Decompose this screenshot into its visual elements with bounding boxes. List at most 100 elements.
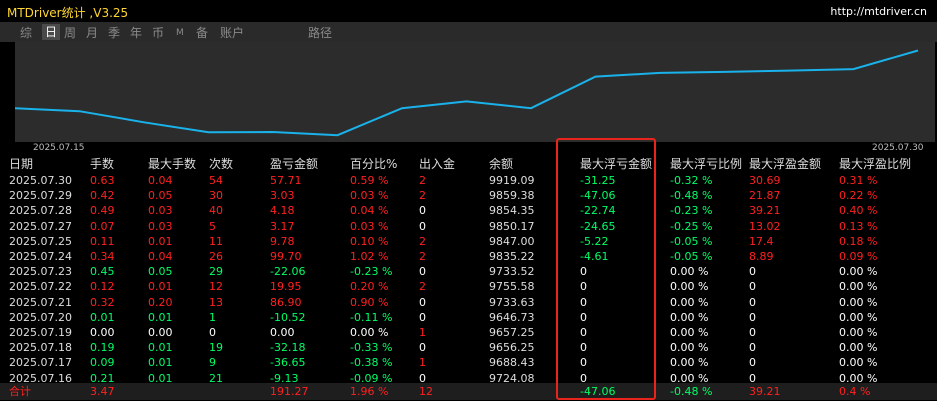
header-max_loss_pct[interactable]: 最大浮亏比例 <box>670 157 742 172</box>
cell-max_profit: 21.87 <box>749 189 781 203</box>
cell-lots: 0.01 <box>90 310 115 324</box>
cell-lots: 0.34 <box>90 250 115 263</box>
cell-max_profit: 30.69 <box>749 174 781 187</box>
cell-lots: 0.12 <box>90 280 115 294</box>
cell-pnl: -22.06 <box>270 265 306 279</box>
title-bar: MTDriver统计 ,V3.25 http://mtdriver.cn <box>0 0 937 22</box>
cell-max_loss: -47.06 <box>580 189 616 203</box>
total-max_profit: 39.21 <box>749 385 781 398</box>
cell-lots: 0.32 <box>90 295 115 309</box>
tab-5[interactable]: 年 <box>130 25 142 41</box>
cell-max_lots: 0.03 <box>148 219 173 233</box>
header-max_profit[interactable]: 最大浮盈金额 <box>749 157 821 172</box>
header-max_profit_pct[interactable]: 最大浮盈比例 <box>839 157 911 172</box>
cell-count: 0 <box>209 326 216 339</box>
tab-7[interactable]: M <box>176 25 184 41</box>
cell-max_profit: 39.21 <box>749 204 781 218</box>
tab-8[interactable]: 备 <box>196 25 208 41</box>
cell-pct: 0.03 % <box>350 189 389 203</box>
cell-max_profit: 8.89 <box>749 250 774 263</box>
cell-pnl: 19.95 <box>270 280 302 294</box>
cell-lots: 0.11 <box>90 234 115 248</box>
header-max_loss[interactable]: 最大浮亏金额 <box>580 157 652 172</box>
cell-date: 2025.07.18 <box>9 341 72 355</box>
table-row[interactable]: 2025.07.25 0.11 0.01 11 9.78 0.10 % 2 9847.00 -5… <box>0 234 937 249</box>
cell-count: 5 <box>209 219 216 233</box>
cell-balance: 9657.25 <box>489 326 535 339</box>
cell-lots: 0.09 <box>90 356 115 370</box>
cell-max_profit: 0 <box>749 295 756 309</box>
tab-2[interactable]: 周 <box>64 25 76 41</box>
cell-date: 2025.07.28 <box>9 204 72 218</box>
header-balance[interactable]: 余额 <box>489 157 513 172</box>
tab-1[interactable]: 日 <box>42 24 61 40</box>
total-lots: 3.47 <box>90 385 115 398</box>
balance-chart <box>15 42 935 142</box>
cell-max_profit_pct: 0.00 % <box>839 326 878 339</box>
tab-0[interactable]: 综 <box>20 25 32 41</box>
header-pct[interactable]: 百分比% <box>350 157 397 172</box>
cell-lots: 0.49 <box>90 204 115 218</box>
website-link[interactable]: http://mtdriver.cn <box>830 5 927 18</box>
table-row[interactable]: 2025.07.17 0.09 0.01 9 -36.65 -0.38 % 1 9688.43… <box>0 355 937 370</box>
cell-io: 0 <box>419 341 426 355</box>
cell-count: 11 <box>209 234 223 248</box>
cell-max_lots: 0.05 <box>148 189 173 203</box>
cell-lots: 0.19 <box>90 341 115 355</box>
cell-io: 0 <box>419 310 426 324</box>
cell-pnl: 57.71 <box>270 174 302 187</box>
cell-io: 2 <box>419 250 426 263</box>
table-row[interactable]: 2025.07.24 0.34 0.04 26 99.70 1.02 % 2 9835.22 -… <box>0 249 937 264</box>
cell-lots: 0.42 <box>90 189 115 203</box>
cell-count: 30 <box>209 189 223 203</box>
table-row[interactable]: 2025.07.18 0.19 0.01 19 -32.18 -0.33 % 0 9656.2… <box>0 340 937 355</box>
cell-balance: 9646.73 <box>489 310 535 324</box>
table-row[interactable]: 2025.07.30 0.63 0.04 54 57.71 0.59 % 2 9919.09 -… <box>0 173 937 188</box>
tab-6[interactable]: 币 <box>152 25 164 41</box>
cell-count: 13 <box>209 295 223 309</box>
cell-balance: 9755.58 <box>489 280 535 294</box>
header-count[interactable]: 次数 <box>209 157 233 172</box>
total-max_profit_pct: 0.4 % <box>839 385 871 398</box>
cell-io: 0 <box>419 219 426 233</box>
chart-end-date: 2025.07.30 <box>872 143 924 153</box>
period-tab-bar: 综日周月季年币 M 备账户 路径 <box>0 22 937 42</box>
cell-max_loss: 0 <box>580 341 587 355</box>
cell-io: 0 <box>419 204 426 218</box>
table-row[interactable]: 2025.07.22 0.12 0.01 12 19.95 0.20 % 2 9755.58 0… <box>0 279 937 294</box>
cell-max_profit_pct: 0.00 % <box>839 295 878 309</box>
header-io[interactable]: 出入金 <box>419 157 455 172</box>
cell-max_profit_pct: 0.00 % <box>839 265 878 279</box>
cell-io: 2 <box>419 280 426 294</box>
header-date[interactable]: 日期 <box>9 157 33 172</box>
tab-3[interactable]: 月 <box>86 25 98 41</box>
cell-date: 2025.07.17 <box>9 356 72 370</box>
table-row[interactable]: 2025.07.23 0.45 0.05 29 -22.06 -0.23 % 0 9733.5… <box>0 264 937 279</box>
cell-pct: -0.11 % <box>350 310 393 324</box>
table-row[interactable]: 2025.07.19 0.00 0.00 0 0.00 0.00 % 1 9657.25 0 0.… <box>0 325 937 340</box>
total-max_loss: -47.06 <box>580 385 616 398</box>
cell-io: 0 <box>419 295 426 309</box>
balance-line <box>15 49 919 137</box>
cell-count: 19 <box>209 341 223 355</box>
cell-max_loss: 0 <box>580 265 587 279</box>
header-pnl[interactable]: 盈亏金额 <box>270 157 318 172</box>
cell-lots: 0.63 <box>90 174 115 187</box>
cell-date: 2025.07.30 <box>9 174 72 187</box>
cell-max_lots: 0.01 <box>148 341 173 355</box>
table-row[interactable]: 2025.07.29 0.42 0.05 30 3.03 0.03 % 2 9859.38 -4… <box>0 188 937 203</box>
cell-max_profit: 0 <box>749 326 756 339</box>
tab-10[interactable]: 路径 <box>308 25 332 41</box>
header-lots[interactable]: 手数 <box>90 157 114 172</box>
cell-count: 40 <box>209 204 223 218</box>
table-row[interactable]: 2025.07.27 0.07 0.03 5 3.17 0.03 % 0 9850.17 -24… <box>0 219 937 234</box>
table-row[interactable]: 2025.07.28 0.49 0.03 40 4.18 0.04 % 0 9854.35 -2… <box>0 203 937 218</box>
cell-max_lots: 0.01 <box>148 280 173 294</box>
cell-max_loss: 0 <box>580 280 587 294</box>
table-row[interactable]: 2025.07.21 0.32 0.20 13 86.90 0.90 % 0 9733.63 0… <box>0 295 937 310</box>
cell-pct: -0.38 % <box>350 356 393 370</box>
header-max_lots[interactable]: 最大手数 <box>148 157 196 172</box>
table-row[interactable]: 2025.07.20 0.01 0.01 1 -10.52 -0.11 % 0 9646.73… <box>0 310 937 325</box>
tab-9[interactable]: 账户 <box>220 25 244 41</box>
tab-4[interactable]: 季 <box>108 25 120 41</box>
